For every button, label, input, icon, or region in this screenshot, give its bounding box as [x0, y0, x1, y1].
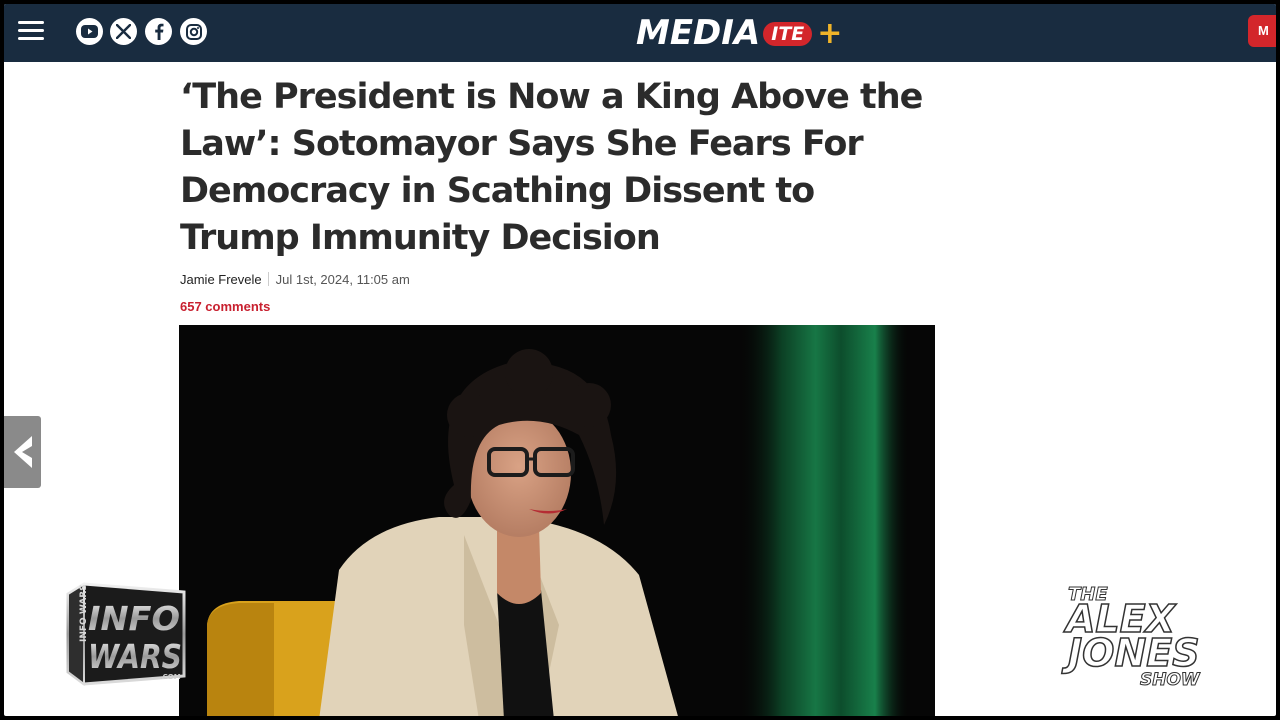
menu-icon[interactable] — [18, 21, 44, 43]
infowars-bottom-text: WARS — [88, 637, 182, 676]
byline: Jamie Frevele Jul 1st, 2024, 11:05 am — [180, 272, 410, 287]
publish-date: Jul 1st, 2024, 11:05 am — [275, 272, 410, 287]
logo-badge: ITE — [763, 22, 813, 46]
article-headline: ‘The President is Now a King Above the L… — [180, 77, 923, 258]
browser-viewport: MEDIA ITE + M ‘The President is Now a Ki… — [4, 4, 1276, 716]
author-link[interactable]: Jamie Frevele — [180, 272, 262, 287]
instagram-icon[interactable] — [180, 18, 207, 45]
youtube-icon[interactable] — [76, 18, 103, 45]
article-hero-image — [179, 325, 935, 716]
account-button[interactable]: M — [1248, 15, 1276, 47]
infowars-watermark: INFO WARS INFO WARS .COM — [64, 580, 186, 688]
previous-slide-button[interactable] — [4, 416, 41, 488]
alex-jones-show-watermark: THE ALEX JONES SHOW — [1062, 584, 1222, 694]
x-icon[interactable] — [110, 18, 137, 45]
show-title-show: SHOW — [1140, 670, 1201, 691]
logo-wordmark: MEDIA — [636, 13, 761, 53]
facebook-icon[interactable] — [145, 18, 172, 45]
comments-link[interactable]: 657 comments — [180, 299, 270, 314]
mediaite-plus-logo[interactable]: MEDIA ITE + — [636, 13, 842, 53]
site-header: MEDIA ITE + M — [4, 4, 1276, 62]
logo-plus: + — [817, 15, 843, 51]
byline-divider — [267, 272, 269, 286]
infowars-com-text: .COM — [160, 673, 181, 681]
chevron-left-icon — [13, 436, 32, 468]
show-title-jones: JONES — [1067, 631, 1200, 675]
infowars-top-text: INFO — [88, 599, 180, 638]
